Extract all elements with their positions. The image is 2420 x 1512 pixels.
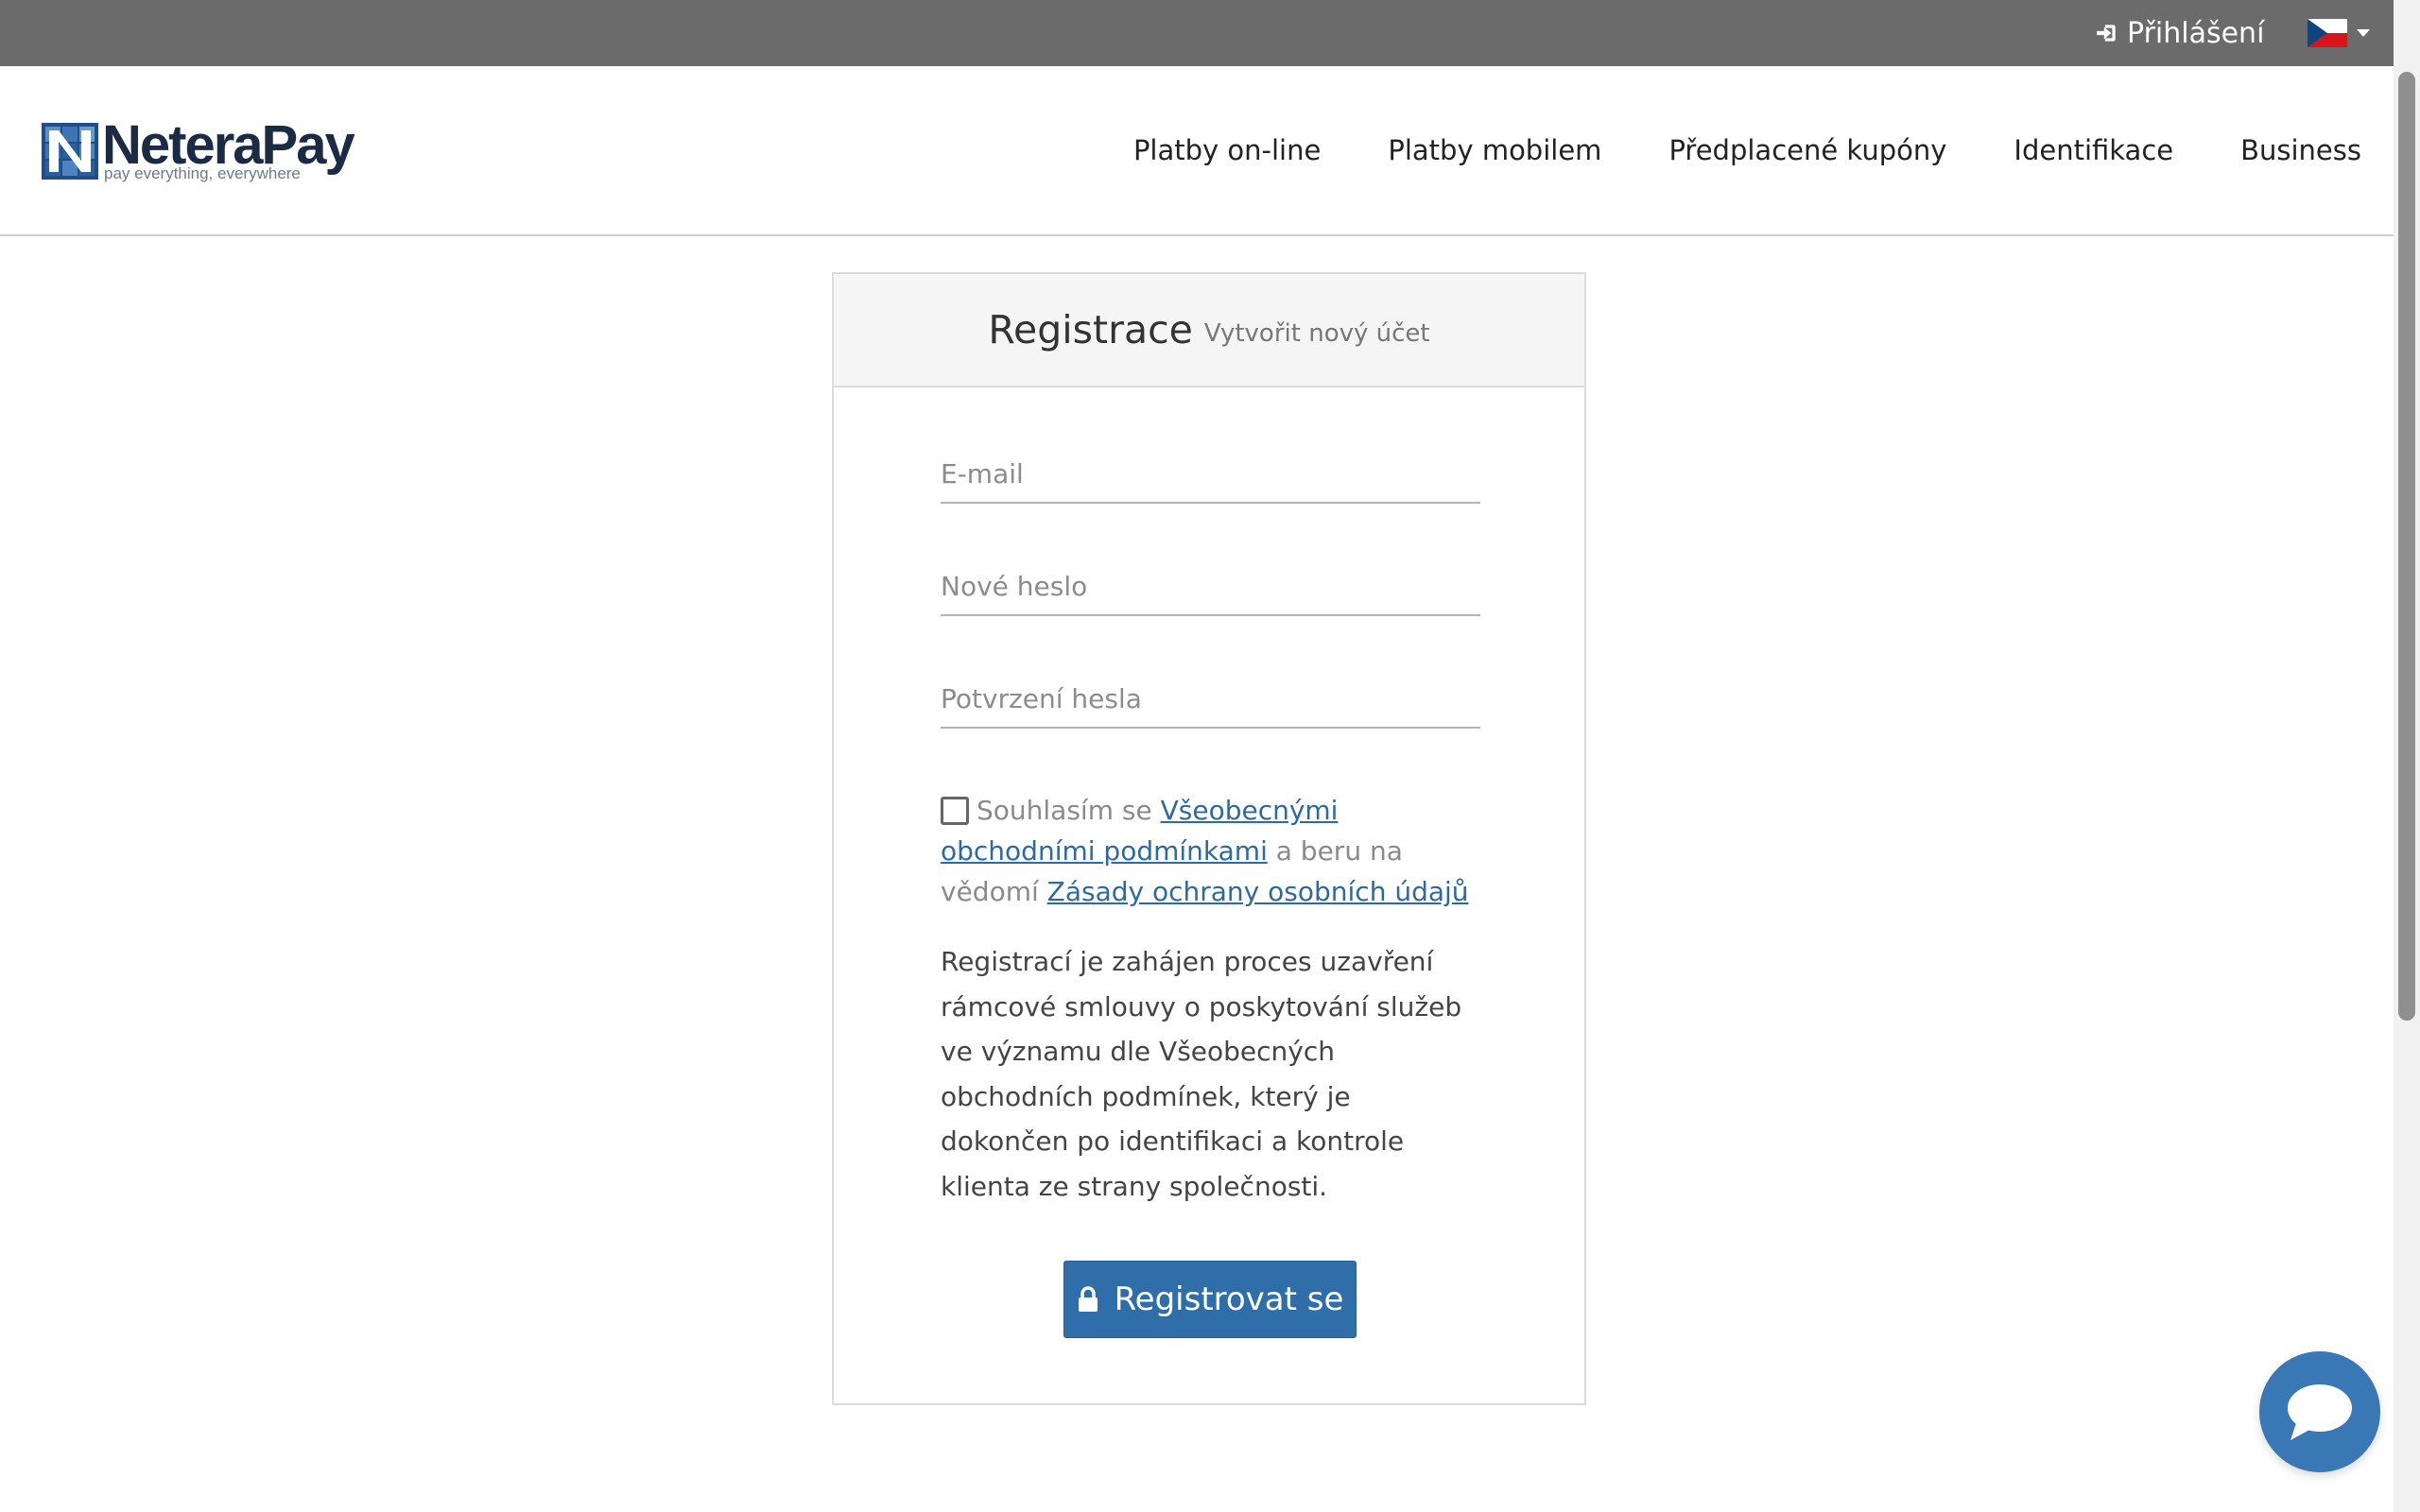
nav-item-business[interactable]: Business xyxy=(2240,134,2361,166)
logo[interactable]: NeteraPay pay everything, everywhere xyxy=(42,114,355,191)
scrollbar-thumb[interactable] xyxy=(2398,72,2415,1021)
registration-card: Registrace Vytvořit nový účet Souhlasím … xyxy=(832,272,1586,1405)
registration-info-text: Registrací je zahájen proces uzavření rá… xyxy=(941,946,1462,1202)
main-nav: Platby on-line Platby mobilem Předplacen… xyxy=(1133,134,2361,166)
consent-block: Souhlasím se Všeobecnými obchodními podm… xyxy=(941,790,1489,912)
page-title: Registrace xyxy=(988,307,1193,352)
email-field[interactable] xyxy=(941,445,1480,502)
netera-logo-mark-icon xyxy=(42,123,98,180)
nav-item-predplacene-kupony[interactable]: Předplacené kupóny xyxy=(1668,134,1946,166)
new-password-field[interactable] xyxy=(941,558,1480,614)
consent-prefix: Souhlasím se xyxy=(977,795,1161,826)
confirm-password-field-wrapper xyxy=(941,666,1480,729)
page-subtitle: Vytvořit nový účet xyxy=(1203,319,1430,348)
page-scrollbar[interactable] xyxy=(2394,0,2420,1512)
password-field-wrapper xyxy=(941,554,1480,616)
chat-bubble-icon xyxy=(2288,1384,2352,1440)
language-selector[interactable] xyxy=(2308,19,2370,47)
site-header: NeteraPay pay everything, everywhere Pla… xyxy=(0,66,2394,236)
confirm-password-field[interactable] xyxy=(941,670,1480,727)
consent-checkbox[interactable] xyxy=(941,797,969,825)
chevron-down-icon xyxy=(2357,29,2370,37)
czech-flag-icon xyxy=(2308,19,2347,47)
top-bar: Přihlášení xyxy=(0,0,2394,66)
chat-button[interactable] xyxy=(2259,1351,2380,1472)
register-button-label: Registrovat se xyxy=(1114,1280,1344,1318)
email-field-wrapper xyxy=(941,441,1480,504)
login-label: Přihlášení xyxy=(2127,16,2265,50)
privacy-link[interactable]: Zásady ochrany osobních údajů xyxy=(1047,876,1469,907)
register-button[interactable]: Registrovat se xyxy=(1063,1261,1357,1338)
login-link[interactable]: Přihlášení xyxy=(2095,14,2264,52)
lock-icon xyxy=(1078,1286,1098,1312)
sign-in-icon xyxy=(2097,25,2116,42)
card-header: Registrace Vytvořit nový účet xyxy=(834,274,1584,387)
nav-item-platby-mobilem[interactable]: Platby mobilem xyxy=(1388,134,1601,166)
nav-item-platby-online[interactable]: Platby on-line xyxy=(1133,134,1321,166)
logo-tagline: pay everything, everywhere xyxy=(104,164,301,182)
nav-item-identifikace[interactable]: Identifikace xyxy=(2014,134,2173,166)
